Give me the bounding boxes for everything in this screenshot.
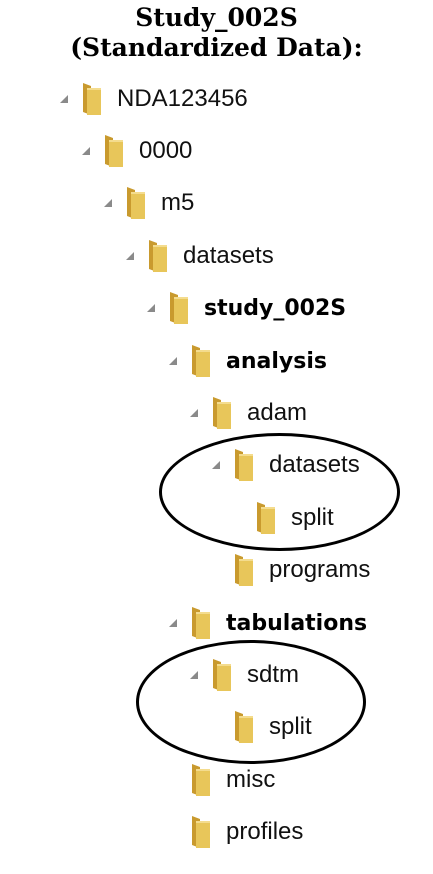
folder-icon xyxy=(235,554,253,586)
tree-item-label: m5 xyxy=(161,189,195,216)
expanded-triangle-icon[interactable] xyxy=(79,131,93,171)
tree-item-label: NDA123456 xyxy=(117,85,248,112)
tree-item-label: study_002S xyxy=(204,295,347,321)
folder-icon xyxy=(192,345,210,377)
folder-icon xyxy=(170,292,188,324)
tree-item-tabulations[interactable]: tabulations xyxy=(166,603,367,643)
tree-item-m5[interactable]: m5 xyxy=(101,183,194,223)
expanded-triangle-icon[interactable] xyxy=(101,183,115,223)
expanded-triangle-icon[interactable] xyxy=(57,79,71,119)
tree-item-datasets[interactable]: datasets xyxy=(123,236,274,276)
tree-item-0000[interactable]: 0000 xyxy=(79,131,192,171)
folder-icon xyxy=(149,240,167,272)
folder-icon xyxy=(127,187,145,219)
tree-item-label: 0000 xyxy=(139,137,193,164)
tree-item-profiles[interactable]: profiles xyxy=(166,812,303,852)
folder-icon xyxy=(83,83,101,115)
expanded-triangle-icon[interactable] xyxy=(166,603,180,643)
tree-item-adam[interactable]: adam xyxy=(187,393,307,433)
tree-item-label: analysis xyxy=(226,348,327,374)
tree-item-nda123456[interactable]: NDA123456 xyxy=(57,79,248,119)
tree-item-label: profiles xyxy=(226,818,304,845)
tree-item-label: datasets xyxy=(183,242,274,269)
expanded-triangle-icon[interactable] xyxy=(123,236,137,276)
tree-item-label: adam xyxy=(247,399,308,426)
expanded-triangle-icon[interactable] xyxy=(166,341,180,381)
tree-item-analysis[interactable]: analysis xyxy=(166,341,327,381)
folder-icon xyxy=(192,764,210,796)
expanded-triangle-icon[interactable] xyxy=(144,288,158,328)
tree-item-misc[interactable]: misc xyxy=(166,760,275,800)
folder-icon xyxy=(192,607,210,639)
tree-item-label: programs xyxy=(269,556,371,583)
tree-item-label: misc xyxy=(226,766,276,793)
tree-item-study-002s[interactable]: study_002S xyxy=(144,288,346,328)
highlight-circle-adam-datasets xyxy=(159,433,400,551)
folder-tree: NDA123456 0000 m5 datasets study_002S an… xyxy=(0,0,433,874)
tree-item-programs[interactable]: programs xyxy=(209,550,370,590)
folder-icon xyxy=(213,397,231,429)
tree-item-label: tabulations xyxy=(226,610,368,636)
folder-icon xyxy=(192,816,210,848)
highlight-circle-sdtm-split xyxy=(136,640,366,764)
folder-icon xyxy=(105,135,123,167)
expanded-triangle-icon[interactable] xyxy=(187,393,201,433)
